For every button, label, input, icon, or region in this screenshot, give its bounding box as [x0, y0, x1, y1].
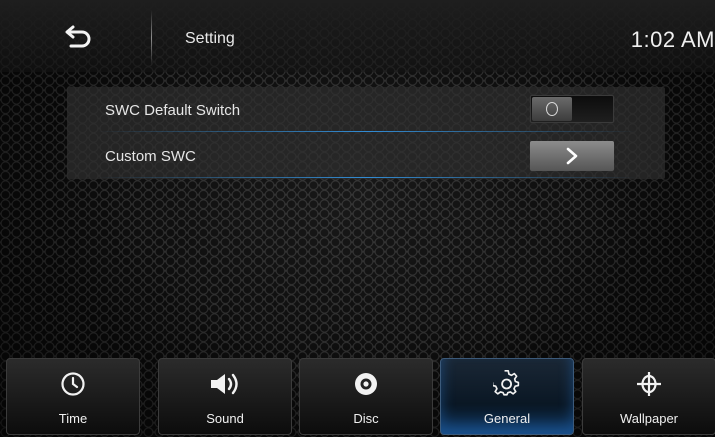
row-divider — [97, 131, 637, 132]
disc-icon — [355, 373, 377, 395]
tab-general[interactable]: General — [440, 358, 574, 435]
setting-row-custom-swc[interactable]: Custom SWC — [67, 133, 665, 178]
speaker-icon — [211, 373, 238, 395]
tab-label: Disc — [353, 411, 379, 426]
setting-row-swc-default-switch: SWC Default Switch — [67, 87, 665, 132]
tab-label: Time — [58, 411, 88, 426]
chevron-right-icon — [566, 147, 578, 165]
bottom-tab-bar: Time Sound Disc General Wallpaper — [0, 355, 715, 437]
clock-display: 1:02 AM — [630, 27, 715, 52]
tab-time[interactable]: Time — [6, 358, 140, 435]
tab-label: General — [483, 411, 531, 426]
swc-default-toggle[interactable] — [530, 95, 614, 123]
tab-sound[interactable]: Sound — [158, 358, 292, 435]
header-divider — [151, 10, 152, 66]
tab-wallpaper[interactable]: Wallpaper — [582, 358, 715, 435]
toggle-off-indicator-icon — [546, 102, 558, 116]
setting-label: SWC Default Switch — [105, 102, 241, 119]
tab-label: Wallpaper — [619, 411, 679, 426]
tab-disc[interactable]: Disc — [299, 358, 433, 435]
settings-screen: Setting 1:02 AM SWC Default Switch Custo… — [0, 0, 715, 437]
page-title: Setting — [185, 30, 235, 47]
header-bar: Setting 1:02 AM — [0, 0, 715, 72]
wallpaper-icon — [637, 372, 661, 396]
clock-icon — [61, 372, 85, 396]
settings-panel: SWC Default Switch Custom SWC — [67, 87, 665, 179]
setting-label: Custom SWC — [105, 148, 196, 165]
row-divider — [97, 177, 637, 178]
tab-label: Sound — [206, 411, 244, 426]
back-button[interactable] — [30, 14, 126, 58]
back-arrow-icon — [65, 25, 91, 48]
toggle-knob — [532, 97, 572, 121]
custom-swc-open-button[interactable] — [530, 141, 614, 171]
gear-icon — [493, 370, 520, 396]
